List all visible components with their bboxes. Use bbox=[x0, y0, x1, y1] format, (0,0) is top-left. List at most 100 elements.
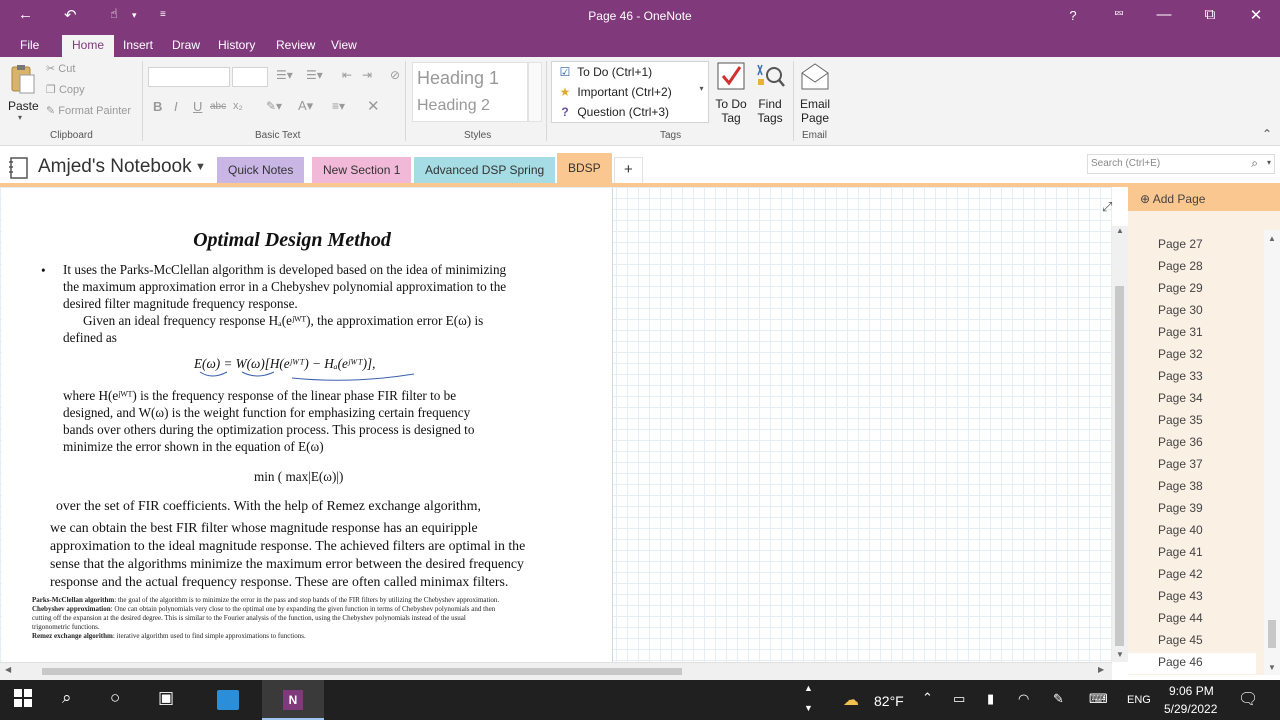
tab-history[interactable]: History bbox=[218, 38, 255, 52]
canvas-horizontal-scrollbar[interactable]: ◀ ▶ bbox=[0, 662, 1112, 680]
scroll-thumb[interactable] bbox=[42, 668, 682, 675]
page-item[interactable]: Page 36 bbox=[1158, 435, 1203, 449]
styles-gallery[interactable]: Heading 1 Heading 2 bbox=[412, 62, 528, 122]
scroll-up-icon[interactable]: ▲ bbox=[1268, 234, 1276, 243]
style-heading-2[interactable]: Heading 2 bbox=[417, 97, 490, 115]
wifi-icon[interactable]: ◠ bbox=[1018, 691, 1029, 707]
full-page-view-icon[interactable]: ⤢ bbox=[1102, 199, 1112, 215]
battery-icon[interactable]: ▭ bbox=[953, 691, 965, 707]
underline-button[interactable]: U bbox=[193, 99, 202, 114]
tab-file[interactable]: File bbox=[20, 38, 39, 52]
section-tab-bdsp[interactable]: BDSP bbox=[557, 153, 612, 184]
onenote-taskbar-button[interactable]: N bbox=[262, 680, 324, 720]
font-family-field[interactable] bbox=[148, 67, 230, 87]
todo-tag-button[interactable]: To Do Tag bbox=[711, 61, 751, 125]
tag-question[interactable]: ? Question (Ctrl+3) bbox=[556, 105, 669, 125]
restore-button[interactable]: ⧉ bbox=[1195, 6, 1225, 23]
cortana-icon[interactable]: ○ bbox=[110, 688, 120, 708]
tray-down-icon[interactable]: ▼ bbox=[804, 703, 813, 713]
page-item[interactable]: Page 28 bbox=[1158, 259, 1203, 273]
bullets-icon[interactable]: ☰▾ bbox=[276, 68, 293, 82]
font-size-field[interactable] bbox=[232, 67, 268, 87]
page-item[interactable]: Page 38 bbox=[1158, 479, 1203, 493]
page-item[interactable]: Page 29 bbox=[1158, 281, 1203, 295]
page-item[interactable]: Page 41 bbox=[1158, 545, 1203, 559]
scroll-right-icon[interactable]: ▶ bbox=[1098, 665, 1104, 674]
page-item[interactable]: Page 27 bbox=[1158, 237, 1203, 251]
clock-date[interactable]: 5/29/2022 bbox=[1164, 702, 1217, 716]
add-section-button[interactable]: + bbox=[614, 157, 643, 184]
page-item[interactable]: Page 32 bbox=[1158, 347, 1203, 361]
tab-insert[interactable]: Insert bbox=[123, 38, 153, 52]
minimize-button[interactable]: — bbox=[1149, 6, 1179, 23]
tag-todo[interactable]: ☑ To Do (Ctrl+1) bbox=[556, 65, 653, 85]
weather-icon[interactable]: ☁ bbox=[843, 690, 859, 710]
scroll-thumb[interactable] bbox=[1268, 620, 1276, 648]
page-item[interactable]: Page 44 bbox=[1158, 611, 1203, 625]
search-input[interactable]: Search (Ctrl+E) ⌕ ▾ bbox=[1087, 154, 1275, 174]
format-painter-button[interactable]: ✎ Format Painter bbox=[46, 104, 131, 117]
section-tab-new-section-1[interactable]: New Section 1 bbox=[312, 157, 412, 184]
tab-review[interactable]: Review bbox=[276, 38, 315, 52]
subscript-button[interactable]: x₂ bbox=[233, 100, 243, 112]
page-item[interactable]: Page 30 bbox=[1158, 303, 1203, 317]
weather-temp[interactable]: 82°F bbox=[874, 693, 904, 709]
ribbon-display-icon[interactable]: ⮹ bbox=[1104, 6, 1134, 22]
notification-icon[interactable]: 🗨 bbox=[1238, 689, 1258, 709]
increase-indent-icon[interactable]: ⇥ bbox=[362, 68, 372, 82]
section-tab-quick-notes[interactable]: Quick Notes bbox=[217, 157, 305, 184]
font-color-icon[interactable]: A▾ bbox=[298, 98, 313, 114]
tray-up-icon[interactable]: ▲ bbox=[804, 683, 813, 693]
tab-view[interactable]: View bbox=[331, 38, 357, 52]
page-item[interactable]: Page 42 bbox=[1158, 567, 1203, 581]
strikethrough-button[interactable]: abc bbox=[210, 101, 226, 112]
page-item[interactable]: Page 43 bbox=[1158, 589, 1203, 603]
microphone-icon[interactable]: ▮ bbox=[987, 691, 994, 707]
windows-start-icon[interactable] bbox=[14, 689, 32, 712]
page-item[interactable]: Page 31 bbox=[1158, 325, 1203, 339]
clock-time[interactable]: 9:06 PM bbox=[1169, 684, 1214, 698]
add-page-button[interactable]: ⊕ Add Page bbox=[1128, 187, 1280, 211]
scroll-down-icon[interactable]: ▼ bbox=[1116, 650, 1124, 659]
highlight-icon[interactable]: ✎▾ bbox=[266, 99, 282, 113]
scroll-thumb[interactable] bbox=[1115, 286, 1124, 646]
page-item[interactable]: Page 37 bbox=[1158, 457, 1203, 471]
cut-button[interactable]: ✂ Cut bbox=[46, 62, 75, 75]
page-item[interactable]: Page 35 bbox=[1158, 413, 1203, 427]
delete-icon[interactable]: ✕ bbox=[367, 97, 380, 115]
clear-formatting-icon[interactable]: ⊘ bbox=[390, 68, 400, 82]
language-indicator[interactable]: ENG bbox=[1127, 694, 1151, 706]
scroll-down-icon[interactable]: ▼ bbox=[1268, 663, 1276, 672]
find-tags-button[interactable]: Find Tags bbox=[752, 61, 788, 125]
style-heading-1[interactable]: Heading 1 bbox=[417, 68, 499, 89]
tab-draw[interactable]: Draw bbox=[172, 38, 200, 52]
bold-button[interactable]: B bbox=[153, 99, 162, 114]
keyboard-icon[interactable]: ⌨ bbox=[1089, 691, 1108, 707]
page-canvas[interactable]: Optimal Design Method • It uses the Park… bbox=[0, 187, 1112, 662]
email-page-button[interactable]: Email Page bbox=[797, 61, 833, 125]
tag-important[interactable]: ★ Important (Ctrl+2) bbox=[556, 85, 672, 105]
styles-scroll[interactable] bbox=[528, 62, 542, 122]
section-tab-advanced-dsp[interactable]: Advanced DSP Spring bbox=[414, 157, 556, 184]
decrease-indent-icon[interactable]: ⇤ bbox=[342, 68, 352, 82]
page-item-selected[interactable]: Page 46 bbox=[1128, 653, 1256, 674]
canvas-vertical-scrollbar[interactable]: ▲ ▼ bbox=[1112, 226, 1128, 662]
tags-more-icon[interactable]: ▾ bbox=[695, 62, 708, 122]
pen-icon[interactable]: ✎ bbox=[1053, 691, 1064, 707]
page-list-scrollbar[interactable]: ▲ ▼ bbox=[1264, 230, 1280, 675]
scroll-up-icon[interactable]: ▲ bbox=[1116, 226, 1124, 235]
page-item[interactable]: Page 45 bbox=[1158, 633, 1203, 647]
collapse-ribbon-icon[interactable]: ⌃ bbox=[1262, 127, 1272, 141]
italic-button[interactable]: I bbox=[174, 99, 178, 114]
page-item[interactable]: Page 39 bbox=[1158, 501, 1203, 515]
task-view-icon[interactable]: ▣ bbox=[158, 688, 174, 708]
scroll-left-icon[interactable]: ◀ bbox=[5, 665, 11, 674]
paste-button[interactable]: Paste ▾ bbox=[6, 61, 40, 125]
page-item[interactable]: Page 33 bbox=[1158, 369, 1203, 383]
copy-button[interactable]: ❐ Copy bbox=[46, 83, 85, 96]
search-icon[interactable]: ⌕ bbox=[62, 688, 72, 708]
chevron-up-icon[interactable]: ⌃ bbox=[922, 690, 933, 706]
close-button[interactable]: ✕ bbox=[1241, 6, 1271, 24]
numbering-icon[interactable]: ☰▾ bbox=[306, 68, 323, 82]
tab-home[interactable]: Home bbox=[62, 35, 115, 57]
